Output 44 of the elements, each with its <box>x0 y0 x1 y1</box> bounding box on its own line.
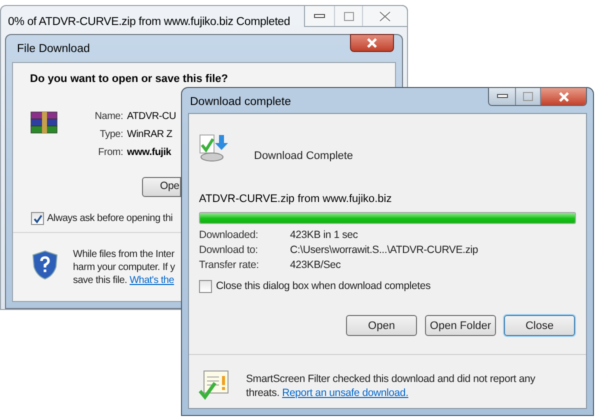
detail-value: C:\Users\worrawit.S...\ATDVR-CURVE.zip <box>290 242 480 256</box>
smartscreen-icon <box>198 369 230 402</box>
help-link[interactable]: What's the <box>130 275 174 286</box>
close-icon <box>558 92 570 102</box>
download-complete-icon <box>198 133 230 163</box>
minimize-button[interactable] <box>489 88 516 105</box>
dialog-heading: Download Complete <box>254 148 354 164</box>
warning-text: While files from the Inter harm your computer. If y save this file. What's the <box>73 248 175 287</box>
dialog-button[interactable]: Open Folder <box>425 315 496 336</box>
detail-label: Download to: <box>199 242 259 256</box>
minimize-icon <box>496 94 508 99</box>
maximize-icon <box>344 12 354 20</box>
maximize-icon <box>523 92 533 101</box>
truncated-open-button[interactable]: Ope <box>142 177 181 197</box>
window-title: 0% of ATDVR-CURVE.zip from www.fujiko.biz Completed <box>8 15 290 30</box>
checkbox-label: Always ask before opening thi <box>47 212 173 226</box>
security-shield-icon <box>32 250 58 280</box>
field-value: WinRAR Z <box>127 128 174 142</box>
smartscreen-text: SmartScreen Filter checked this download and did not report any threats. Report an unsafe download. <box>246 372 536 400</box>
detail-value: 423KB/Sec <box>290 258 342 272</box>
detail-label: Downloaded: <box>199 228 260 242</box>
dialog-button[interactable]: Open <box>346 315 417 336</box>
dialog-button[interactable]: Close <box>504 315 575 336</box>
close-icon <box>378 10 392 22</box>
field-value: www.fujik <box>127 146 172 160</box>
file-name: ATDVR-CURVE.zip from www.fujiko.biz <box>199 192 393 207</box>
field-label: Name: <box>94 110 123 124</box>
dialog-title: Download complete <box>190 95 292 110</box>
archive-icon <box>30 111 60 135</box>
field-label: From: <box>97 146 123 160</box>
close-icon <box>366 38 378 48</box>
minimize-icon <box>314 14 325 18</box>
detail-label: Transfer rate: <box>199 258 260 272</box>
checkbox[interactable] <box>199 280 212 293</box>
checkbox[interactable] <box>31 212 44 225</box>
close-button[interactable] <box>350 34 394 52</box>
close-button[interactable] <box>541 88 586 105</box>
dialog-question: Do you want to open or save this file? <box>30 73 230 85</box>
dialog-title: File Download <box>17 42 90 57</box>
detail-value: 423KB in 1 sec <box>290 228 359 242</box>
checkbox-label: Close this dialog box when download completes <box>216 278 431 294</box>
field-label: Type: <box>98 128 123 142</box>
report-link[interactable]: Report an unsafe download. <box>282 387 408 400</box>
field-value: ATDVR-CU <box>127 110 176 124</box>
